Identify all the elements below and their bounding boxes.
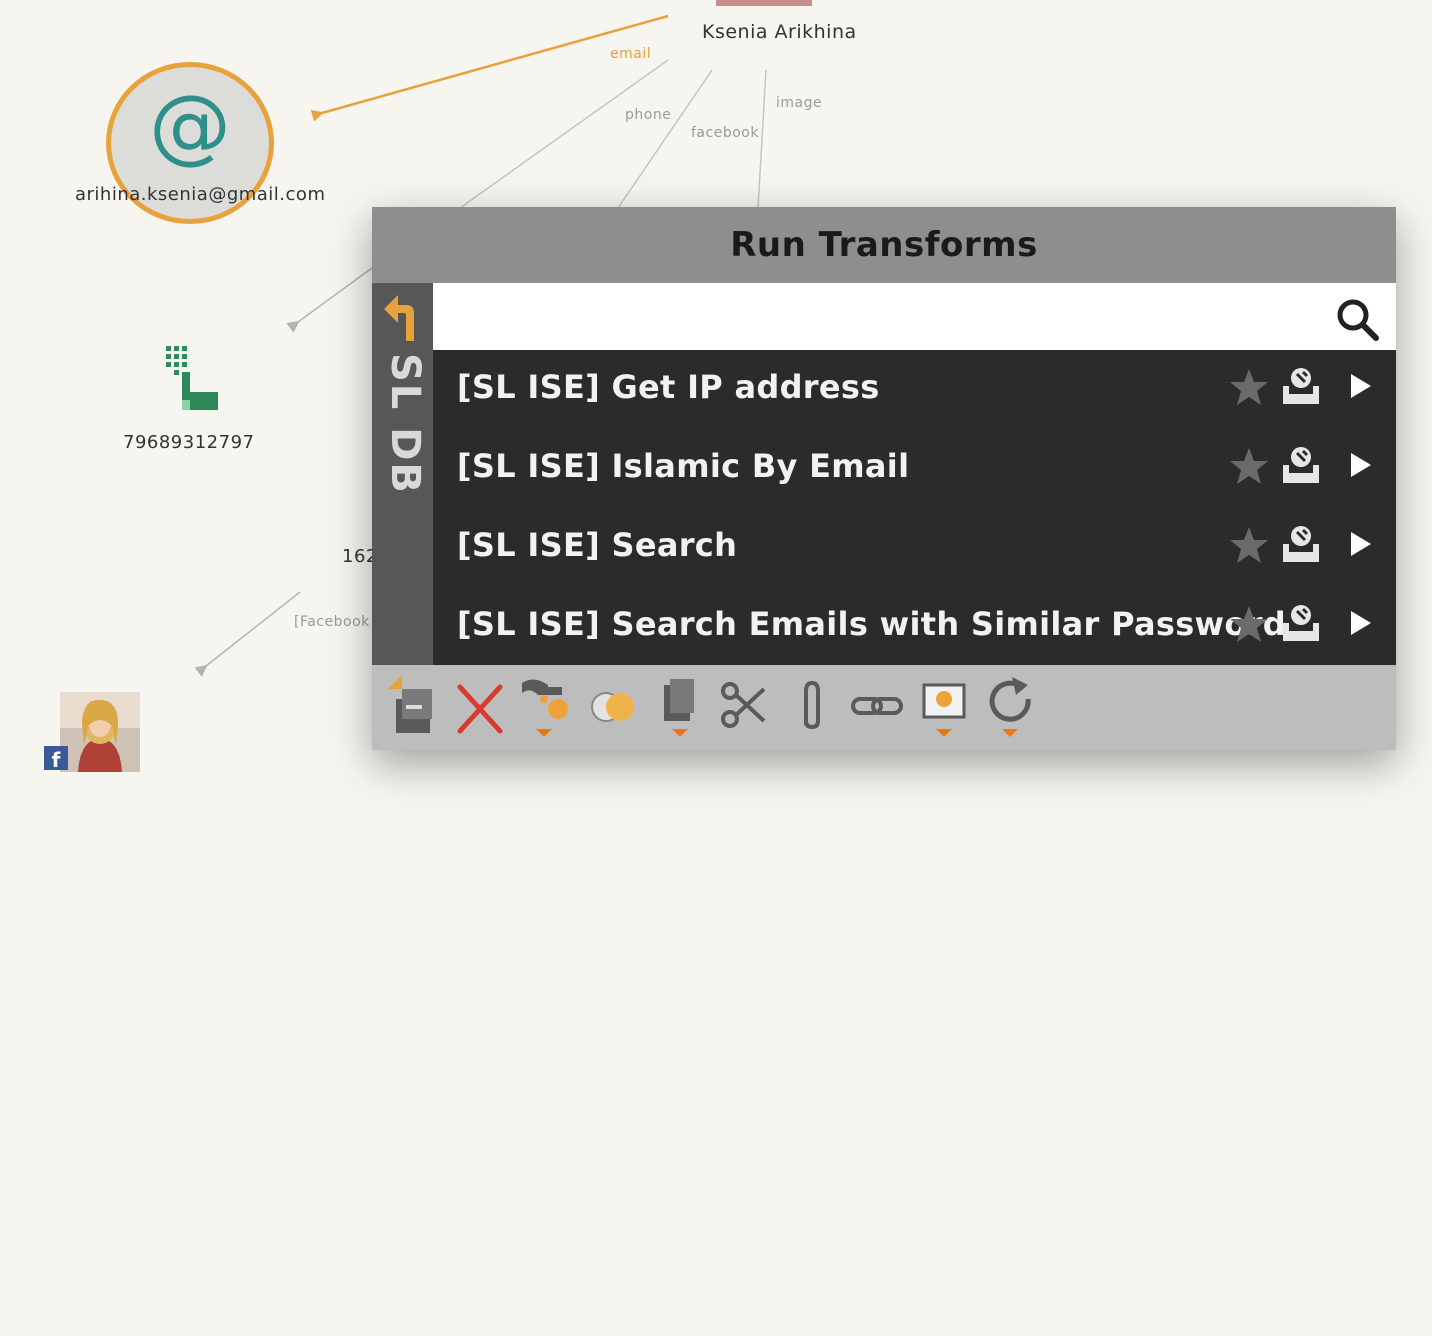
delete-icon[interactable] xyxy=(454,675,508,741)
transform-label[interactable]: [SL ISE] Get IP address xyxy=(457,368,880,406)
transform-settings-icon[interactable] xyxy=(1279,601,1323,645)
phone-node-label[interactable]: 79689312797 xyxy=(123,432,254,453)
dialog-toolbar xyxy=(372,665,1396,750)
phone-icon[interactable] xyxy=(160,344,222,414)
side-tab-label[interactable]: SL DB xyxy=(382,353,428,495)
transform-label[interactable]: [SL ISE] Islamic By Email xyxy=(457,447,909,485)
transform-settings-icon[interactable] xyxy=(1279,364,1323,408)
dialog-title: Run Transforms xyxy=(372,207,1396,283)
phone-edge-label: phone xyxy=(625,107,672,123)
image-edge[interactable] xyxy=(757,69,767,209)
paste-icon[interactable] xyxy=(654,675,708,741)
transform-settings-icon[interactable] xyxy=(1279,443,1323,487)
transform-item[interactable]: [SL ISE] Get IP address xyxy=(433,350,1396,429)
email-edge-label: email xyxy=(610,46,652,62)
at-icon: @ xyxy=(149,78,231,173)
facebook-profile-edge-label: [Facebook xyxy=(294,614,370,630)
run-transform-icon[interactable] xyxy=(1349,451,1373,479)
transform-item[interactable]: [SL ISE] Islamic By Email xyxy=(433,429,1396,508)
email-node-label[interactable]: arihina.ksenia@gmail.com xyxy=(75,184,325,205)
run-transform-icon[interactable] xyxy=(1349,372,1373,400)
search-bar xyxy=(433,283,1396,350)
star-icon[interactable] xyxy=(1229,368,1269,406)
photo-edge[interactable] xyxy=(194,591,301,677)
person-node-label[interactable]: Ksenia Arikhina xyxy=(702,21,857,43)
attach-icon[interactable] xyxy=(784,675,838,741)
cut-icon[interactable] xyxy=(718,675,772,741)
star-icon[interactable] xyxy=(1229,447,1269,485)
select-icon[interactable] xyxy=(918,675,972,741)
search-icon[interactable] xyxy=(1333,295,1381,343)
run-transform-icon[interactable] xyxy=(1349,530,1373,558)
back-arrow-icon[interactable] xyxy=(382,291,424,343)
star-icon[interactable] xyxy=(1229,526,1269,564)
email-edge[interactable] xyxy=(310,14,669,122)
change-type-icon[interactable] xyxy=(518,675,572,741)
phone-edge[interactable] xyxy=(459,59,669,209)
run-transforms-dialog: Run Transforms SL DB [SL ISE] Get IP add… xyxy=(372,207,1396,750)
transform-settings-icon[interactable] xyxy=(1279,522,1323,566)
side-tab-sl-db[interactable]: SL DB xyxy=(372,283,433,665)
transform-list: [SL ISE] Get IP address [SL ISE] Islamic… xyxy=(433,350,1396,665)
phone-edge-lower[interactable] xyxy=(286,267,373,333)
star-icon[interactable] xyxy=(1229,605,1269,643)
link-icon[interactable] xyxy=(850,675,904,741)
transform-label[interactable]: [SL ISE] Search Emails with Similar Pass… xyxy=(457,605,1286,643)
image-edge-label: image xyxy=(776,95,823,111)
facebook-icon: f xyxy=(44,746,68,772)
facebook-profile-photo[interactable] xyxy=(60,692,140,772)
transform-label[interactable]: [SL ISE] Search xyxy=(457,526,737,564)
facebook-edge-label: facebook xyxy=(691,125,759,141)
profile-photo-image xyxy=(60,692,140,772)
merge-icon[interactable] xyxy=(586,675,640,741)
run-transform-icon[interactable] xyxy=(1349,609,1373,637)
search-input[interactable] xyxy=(443,289,1327,345)
person-node-fragment[interactable] xyxy=(716,0,812,6)
transform-item[interactable]: [SL ISE] Search xyxy=(433,508,1396,587)
transform-item[interactable]: [SL ISE] Search Emails with Similar Pass… xyxy=(433,587,1396,666)
copy-to-new-graph-icon[interactable] xyxy=(386,675,440,741)
refresh-icon[interactable] xyxy=(984,675,1038,741)
